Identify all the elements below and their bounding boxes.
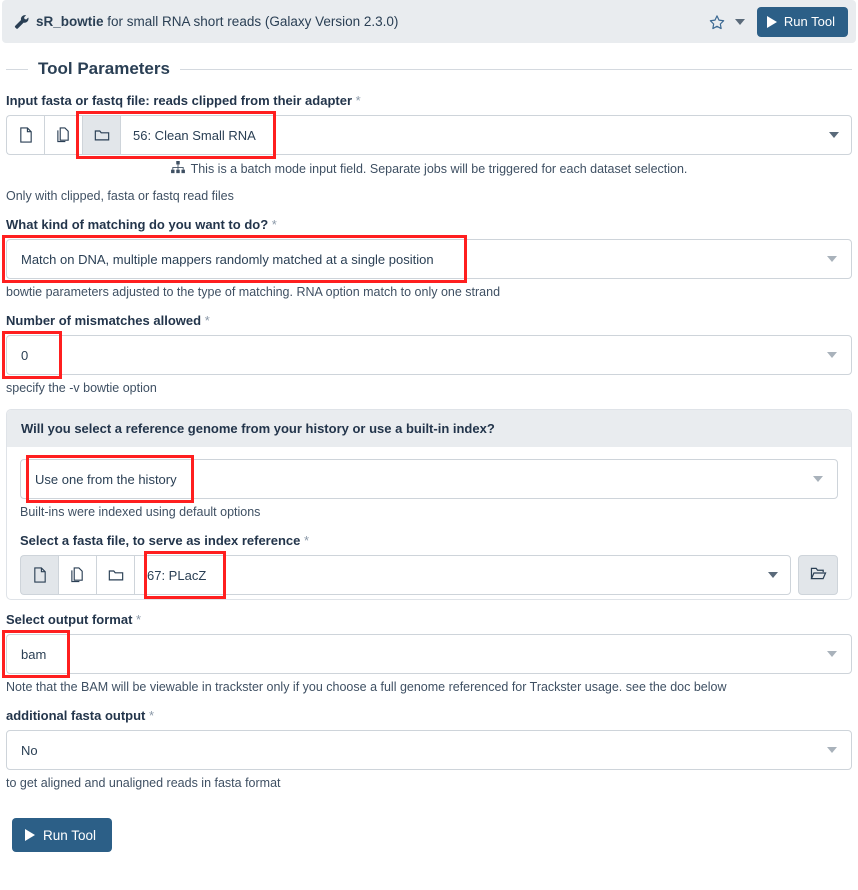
- run-tool-button-top[interactable]: Run Tool: [756, 6, 848, 37]
- tool-form-body: Tool Parameters Input fasta or fastq fil…: [0, 43, 858, 852]
- wrench-icon: [14, 14, 29, 29]
- folder-open-icon: [810, 566, 827, 584]
- additional-fasta-value: No: [21, 742, 38, 758]
- chevron-down-icon: [768, 572, 778, 578]
- matching-select[interactable]: Match on DNA, multiple mappers randomly …: [6, 239, 852, 279]
- required-marker: *: [149, 708, 155, 723]
- required-marker: *: [136, 612, 142, 627]
- multiple-datasets-icon[interactable]: [58, 555, 96, 595]
- single-dataset-icon[interactable]: [20, 555, 58, 595]
- input-reads-select[interactable]: 56: Clean Small RNA: [120, 115, 852, 155]
- dataset-collection-icon[interactable]: [96, 555, 134, 595]
- tool-name: sR_bowtie: [36, 14, 104, 29]
- mismatches-select[interactable]: 0: [6, 335, 852, 375]
- input-reads-value: 56: Clean Small RNA: [133, 127, 256, 143]
- mismatches-row: 0: [2, 331, 852, 379]
- matching-label: What kind of matching do you want to do?…: [6, 217, 277, 232]
- output-format-help: Note that the BAM will be viewable in tr…: [6, 680, 727, 694]
- dataset-collection-icon[interactable]: [82, 115, 120, 155]
- tool-parameters-legend: Tool Parameters: [6, 59, 852, 79]
- index-fasta-group: 67: PLacZ: [20, 555, 838, 595]
- chevron-down-icon: [827, 256, 837, 262]
- chevron-down-glyph: [734, 18, 745, 25]
- additional-fasta-help: to get aligned and unaligned reads in fa…: [6, 776, 281, 790]
- section-title: Tool Parameters: [38, 59, 170, 78]
- browse-datasets-button[interactable]: [798, 555, 838, 595]
- legend-rule-right: [179, 68, 852, 70]
- tool-subtitle: for small RNA short reads (Galaxy Versio…: [107, 14, 399, 29]
- required-marker: *: [355, 93, 361, 108]
- index-fasta-value: 67: PLacZ: [147, 567, 207, 583]
- chevron-down-icon: [827, 651, 837, 657]
- output-format-label: Select output format *: [6, 612, 142, 627]
- matching-row: Match on DNA, multiple mappers randomly …: [2, 235, 852, 283]
- reference-genome-panel-title: Will you select a reference genome from …: [7, 410, 851, 447]
- input-reads-group: 56: Clean Small RNA: [6, 115, 852, 155]
- favorite-star-icon[interactable]: [705, 10, 729, 34]
- mismatches-help: specify the -v bowtie option: [6, 381, 157, 395]
- index-fasta-row: 67: PLacZ: [20, 551, 838, 599]
- multiple-datasets-icon[interactable]: [44, 115, 82, 155]
- additional-fasta-row: No: [6, 730, 852, 770]
- reference-source-value: Use one from the history: [35, 471, 177, 487]
- chevron-down-icon: [827, 747, 837, 753]
- sitemap-icon: [170, 161, 185, 177]
- chevron-down-icon: [829, 132, 839, 138]
- reference-genome-panel: Will you select a reference genome from …: [6, 409, 852, 600]
- reference-source-help: Built-ins were indexed using default opt…: [20, 505, 261, 519]
- tool-options-chevron-down-icon[interactable]: [729, 10, 751, 34]
- chevron-down-icon: [813, 476, 823, 482]
- required-marker: *: [204, 313, 210, 328]
- run-tool-label-bottom: Run Tool: [43, 827, 97, 843]
- run-tool-button-bottom[interactable]: Run Tool: [12, 818, 113, 852]
- required-marker: *: [304, 533, 310, 548]
- matching-value: Match on DNA, multiple mappers randomly …: [21, 251, 434, 267]
- output-format-select[interactable]: bam: [6, 634, 852, 674]
- run-tool-label-top: Run Tool: [783, 14, 835, 29]
- tool-title: sR_bowtie for small RNA short reads (Gal…: [36, 14, 398, 29]
- mismatches-label: Number of mismatches allowed *: [6, 313, 210, 328]
- mismatches-value: 0: [21, 347, 29, 363]
- matching-help: bowtie parameters adjusted to the type o…: [6, 285, 501, 299]
- play-icon: [25, 829, 35, 841]
- input-reads-help: Only with clipped, fasta or fastq read f…: [6, 189, 234, 203]
- index-fasta-select[interactable]: 67: PLacZ: [134, 555, 791, 595]
- single-dataset-icon[interactable]: [6, 115, 44, 155]
- output-format-value: bam: [21, 646, 47, 662]
- index-fasta-label: Select a fasta file, to serve as index r…: [20, 533, 310, 548]
- additional-fasta-label: additional fasta output *: [6, 708, 155, 723]
- reference-source-row: Use one from the history: [20, 455, 838, 503]
- input-reads-label: Input fasta or fastq file: reads clipped…: [6, 93, 361, 108]
- output-format-row: bam: [2, 630, 852, 678]
- additional-fasta-select[interactable]: No: [6, 730, 852, 770]
- tool-header-bar: sR_bowtie for small RNA short reads (Gal…: [2, 0, 856, 43]
- reference-genome-panel-body: Use one from the history Built-ins were …: [7, 447, 851, 599]
- input-reads-row: 56: Clean Small RNA: [6, 111, 852, 159]
- required-marker: *: [271, 217, 277, 232]
- play-icon: [766, 15, 777, 28]
- batch-mode-note: This is a batch mode input field. Separa…: [6, 161, 852, 177]
- batch-mode-text: This is a batch mode input field. Separa…: [190, 162, 688, 176]
- legend-rule-left: [6, 68, 28, 70]
- chevron-down-icon: [827, 352, 837, 358]
- reference-source-select[interactable]: Use one from the history: [20, 459, 838, 499]
